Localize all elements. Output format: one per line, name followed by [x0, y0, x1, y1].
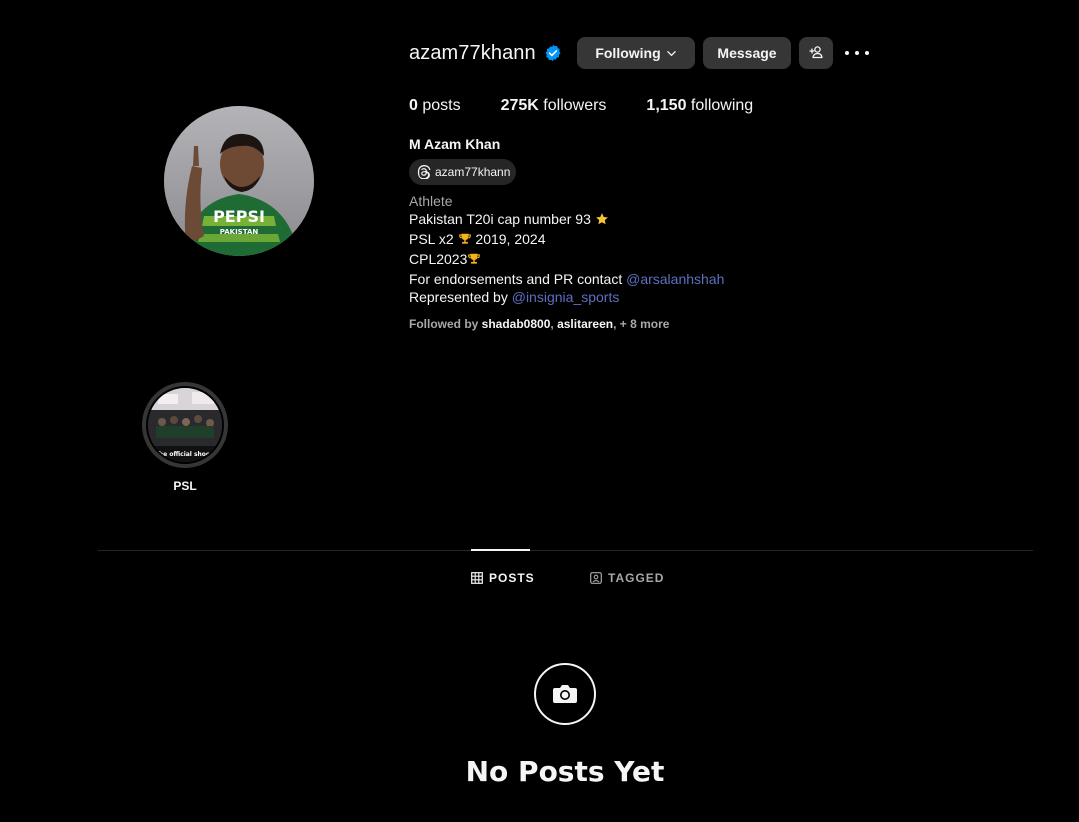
profile-username: azam77khann [409, 41, 536, 64]
bio-line: Represented by @insignia_sports [409, 289, 620, 305]
threads-link[interactable]: azam77khann [409, 159, 516, 185]
grid-icon [471, 572, 483, 584]
bio-line: CPL2023 [409, 250, 724, 270]
trophy-icon [467, 252, 481, 270]
active-tab-indicator [471, 549, 530, 551]
message-button-label: Message [717, 45, 777, 61]
highlight-cover-text: The official shoot. [155, 451, 215, 458]
tabs-divider [98, 550, 1033, 551]
star-icon [595, 212, 609, 230]
profile-full-name: M Azam Khan [409, 136, 501, 152]
following-button[interactable]: Following [577, 37, 695, 69]
empty-state-title: No Posts Yet [465, 755, 665, 788]
add-person-icon [808, 44, 824, 63]
profile-stats: 0 posts 275K followers 1,150 following [409, 97, 793, 115]
threads-icon [417, 165, 431, 179]
followed-by[interactable]: Followed by shadab0800, aslitareen, + 8 … [409, 317, 669, 331]
camera-icon [534, 663, 596, 725]
message-button[interactable]: Message [703, 37, 791, 69]
profile-avatar[interactable]: PEPSI PAKISTAN [164, 106, 314, 256]
svg-text:PAKISTAN: PAKISTAN [220, 228, 259, 236]
svg-text:PEPSI: PEPSI [213, 207, 265, 226]
mention-link[interactable]: @arsalanhshah [626, 271, 724, 287]
mention-link[interactable]: @insignia_sports [512, 289, 620, 305]
suggested-users-button[interactable] [799, 37, 833, 69]
tagged-icon [590, 572, 602, 584]
highlight-label: PSL [173, 479, 197, 493]
posts-count: 0 posts [409, 97, 461, 114]
verified-badge-icon [544, 44, 562, 62]
threads-handle: azam77khann [435, 165, 511, 179]
followers-link[interactable]: 275K followers [501, 97, 607, 115]
following-link[interactable]: 1,150 following [646, 97, 753, 115]
profile-header: azam77khann [409, 37, 562, 69]
bio-line: PSL x2 2019, 2024 [409, 230, 724, 250]
following-button-label: Following [595, 45, 661, 61]
tab-tagged-label: TAGGED [608, 571, 665, 585]
chevron-down-icon [666, 48, 677, 59]
story-highlight[interactable]: The official shoot. PSL [142, 382, 228, 493]
profile-page: PEPSI PAKISTAN azam77khann Following Mes… [0, 0, 1079, 822]
more-options-icon[interactable] [845, 44, 869, 62]
tab-tagged[interactable]: TAGGED [590, 571, 664, 585]
bio-category: Athlete [409, 193, 453, 209]
highlight-cover: The official shoot. [148, 388, 222, 462]
bio-line: Pakistan T20i cap number 93 [409, 210, 724, 230]
profile-bio: Athlete Pakistan T20i cap number 93 PSL … [409, 192, 724, 306]
highlight-ring: The official shoot. [142, 382, 228, 468]
trophy-icon [458, 232, 472, 250]
tab-posts[interactable]: POSTS [471, 571, 535, 585]
tab-posts-label: POSTS [489, 571, 535, 585]
bio-line: For endorsements and PR contact @arsalan… [409, 271, 725, 287]
